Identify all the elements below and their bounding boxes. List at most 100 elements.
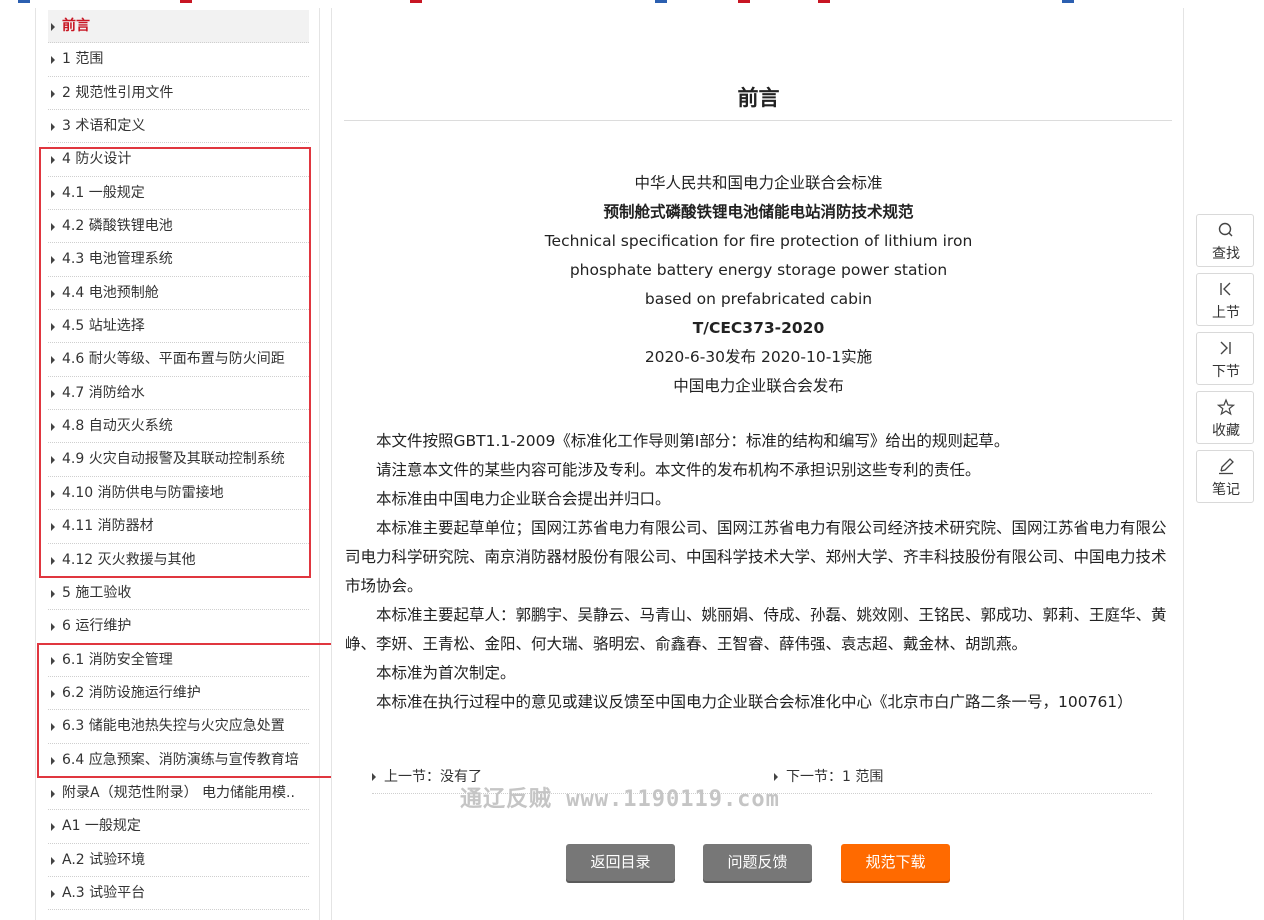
triangle-right-icon [51,256,55,265]
title-divider [344,120,1172,121]
next-section-link[interactable]: 下一节：1 范围 [774,766,883,786]
search-tool-button[interactable]: 查找 [1196,214,1254,267]
triangle-right-icon [51,656,55,665]
body-paragraph: 本标准为首次制定。 [376,664,516,682]
toc-item-label: 4.11 消防器材 [62,518,154,535]
toc-item-label: 4.6 耐火等级、平面布置与防火间距 [62,351,285,368]
next-section-tool-button[interactable]: 下节 [1196,332,1254,385]
triangle-right-icon [51,356,55,365]
toc-item[interactable]: 6.3 储能电池热失控与火灾应急处置 [48,710,309,744]
toc-item-label: 6.3 储能电池热失控与火灾应急处置 [62,718,285,735]
toc-item[interactable]: 6.2 消防设施运行维护 [48,677,309,711]
toc-item[interactable]: 附录A（规范性附录） 电力储能用模.. [48,777,309,811]
triangle-right-icon [51,56,55,65]
toc-item[interactable]: 4.4 电池预制舱 [48,277,309,311]
triangle-right-icon [51,756,55,765]
pencil-icon [1219,458,1234,475]
triangle-right-icon [51,789,55,798]
top-strip-mark [738,0,750,3]
body-paragraph: 本标准在执行过程中的意见或建议反馈至中国电力企业联合会标准化中心《北京市白广路二… [376,693,1133,711]
top-strip-mark [1062,0,1074,3]
toc-item-label: 附录A（规范性附录） 电力储能用模.. [62,784,295,801]
toc-item[interactable]: A.2 试验环境 [48,844,309,877]
toc-item[interactable]: 4.9 火灾自动报警及其联动控制系统 [48,443,309,477]
notes-tool-button[interactable]: 笔记 [1196,450,1254,503]
toc-item[interactable]: 4.2 磷酸铁锂电池 [48,210,309,244]
toc-item-label: 3 术语和定义 [62,118,146,135]
toc-item-label: 5 施工验收 [62,584,132,601]
preface-body: 本文件按照GBT1.1-2009《标准化工作导则第I部分：标准的结构和编写》给出… [345,427,1173,717]
toc-item-label: 4.8 自动灭火系统 [62,418,173,435]
toc-item-label: 4.1 一般规定 [62,184,145,201]
top-strip-mark [180,0,192,3]
triangle-right-icon [51,123,55,132]
top-strip-mark [655,0,667,3]
toc-item-label: 4.5 站址选择 [62,318,145,335]
body-paragraph: 本文件按照GBT1.1-2009《标准化工作导则第I部分：标准的结构和编写》给出… [376,432,1010,450]
standard-publisher: 中国电力企业联合会发布 [673,377,844,395]
triangle-right-icon [51,156,55,165]
toc-list: 前言 1 范围 2 规范性引用文件 3 术语和定义 4 防火设计 4.1 一般规… [48,10,309,911]
tool-label: 收藏 [1212,423,1240,439]
toc-item[interactable]: 4.5 站址选择 [48,310,309,344]
toc-item[interactable]: 4 防火设计 [48,143,309,177]
search-icon [1218,222,1233,237]
toc-item-label: 4.7 消防给水 [62,384,145,401]
back-to-toc-button[interactable]: 返回目录 [566,844,675,881]
prev-section-tool-button[interactable]: 上节 [1196,273,1254,326]
triangle-right-icon [51,889,55,898]
toc-item[interactable]: 6.4 应急预案、消防演练与宣传教育培 [48,744,309,777]
toc-item[interactable]: 4.8 自动灭火系统 [48,410,309,444]
toc-item[interactable]: 4.10 消防供电与防雷接地 [48,477,309,511]
toc-item-label: 1 范围 [62,51,104,68]
triangle-right-icon [51,523,55,532]
triangle-right-icon [51,389,55,398]
top-strip [0,0,1264,8]
content-panel: 前言 中华人民共和国电力企业联合会标准 预制舱式磷酸铁锂电池储能电站消防技术规范… [331,8,1184,920]
triangle-right-icon [51,456,55,465]
standard-title-cn: 预制舱式磷酸铁锂电池储能电站消防技术规范 [603,203,914,221]
body-paragraph: 本标准由中国电力企业联合会提出并归口。 [376,490,671,508]
toc-item[interactable]: A1 一般规定 [48,810,309,844]
feedback-button[interactable]: 问题反馈 [703,844,812,881]
toc-item[interactable]: 4.11 消防器材 [48,510,309,544]
triangle-right-icon [51,23,55,31]
toc-item[interactable]: 5 施工验收 [48,577,309,611]
tool-label: 笔记 [1212,482,1240,498]
toc-item-preface[interactable]: 前言 [48,10,309,44]
triangle-right-icon [774,773,778,781]
toc-item-label: 4 防火设计 [62,151,132,168]
toc-item[interactable]: 4.1 一般规定 [48,177,309,211]
toc-sidebar: 前言 1 范围 2 规范性引用文件 3 术语和定义 4 防火设计 4.1 一般规… [35,8,320,920]
toc-item-label: A1 一般规定 [62,818,141,835]
toc-item[interactable]: 4.3 电池管理系统 [48,243,309,277]
toc-item[interactable]: 3 术语和定义 [48,110,309,144]
toc-item[interactable]: 4.12 灭火救援与其他 [48,544,309,577]
triangle-right-icon [51,556,55,565]
toc-item[interactable]: 2 规范性引用文件 [48,77,309,111]
favorite-tool-button[interactable]: 收藏 [1196,391,1254,444]
standard-info: 中华人民共和国电力企业联合会标准 预制舱式磷酸铁锂电池储能电站消防技术规范 Te… [332,169,1185,401]
star-icon [1216,398,1236,416]
triangle-right-icon [51,89,55,98]
triangle-right-icon [51,856,55,865]
download-button[interactable]: 规范下载 [841,844,950,881]
toc-item[interactable]: 6 运行维护 [48,610,309,644]
toc-item[interactable]: 4.7 消防给水 [48,377,309,411]
standard-title-en-line: based on prefabricated cabin [644,290,873,308]
toc-item-label: 前言 [62,18,90,34]
top-strip-mark [818,0,830,3]
standard-title-en-line: Technical specification for fire protect… [544,232,973,250]
page-title: 前言 [737,86,780,110]
prev-section-icon [1220,282,1231,296]
top-strip-mark [18,0,30,3]
toc-item-label: A.3 试验平台 [62,884,146,901]
toc-item-label: 6.4 应急预案、消防演练与宣传教育培 [62,751,299,768]
next-section-label: 下一节：1 范围 [786,769,884,785]
toc-item[interactable]: 6.1 消防安全管理 [48,644,309,677]
toc-item[interactable]: 4.6 耐火等级、平面布置与防火间距 [48,343,309,377]
toc-item[interactable]: A.3 试验平台 [48,877,309,911]
triangle-right-icon [51,289,55,298]
toc-item-label: 4.9 火灾自动报警及其联动控制系统 [62,451,285,468]
toc-item[interactable]: 1 范围 [48,43,309,77]
